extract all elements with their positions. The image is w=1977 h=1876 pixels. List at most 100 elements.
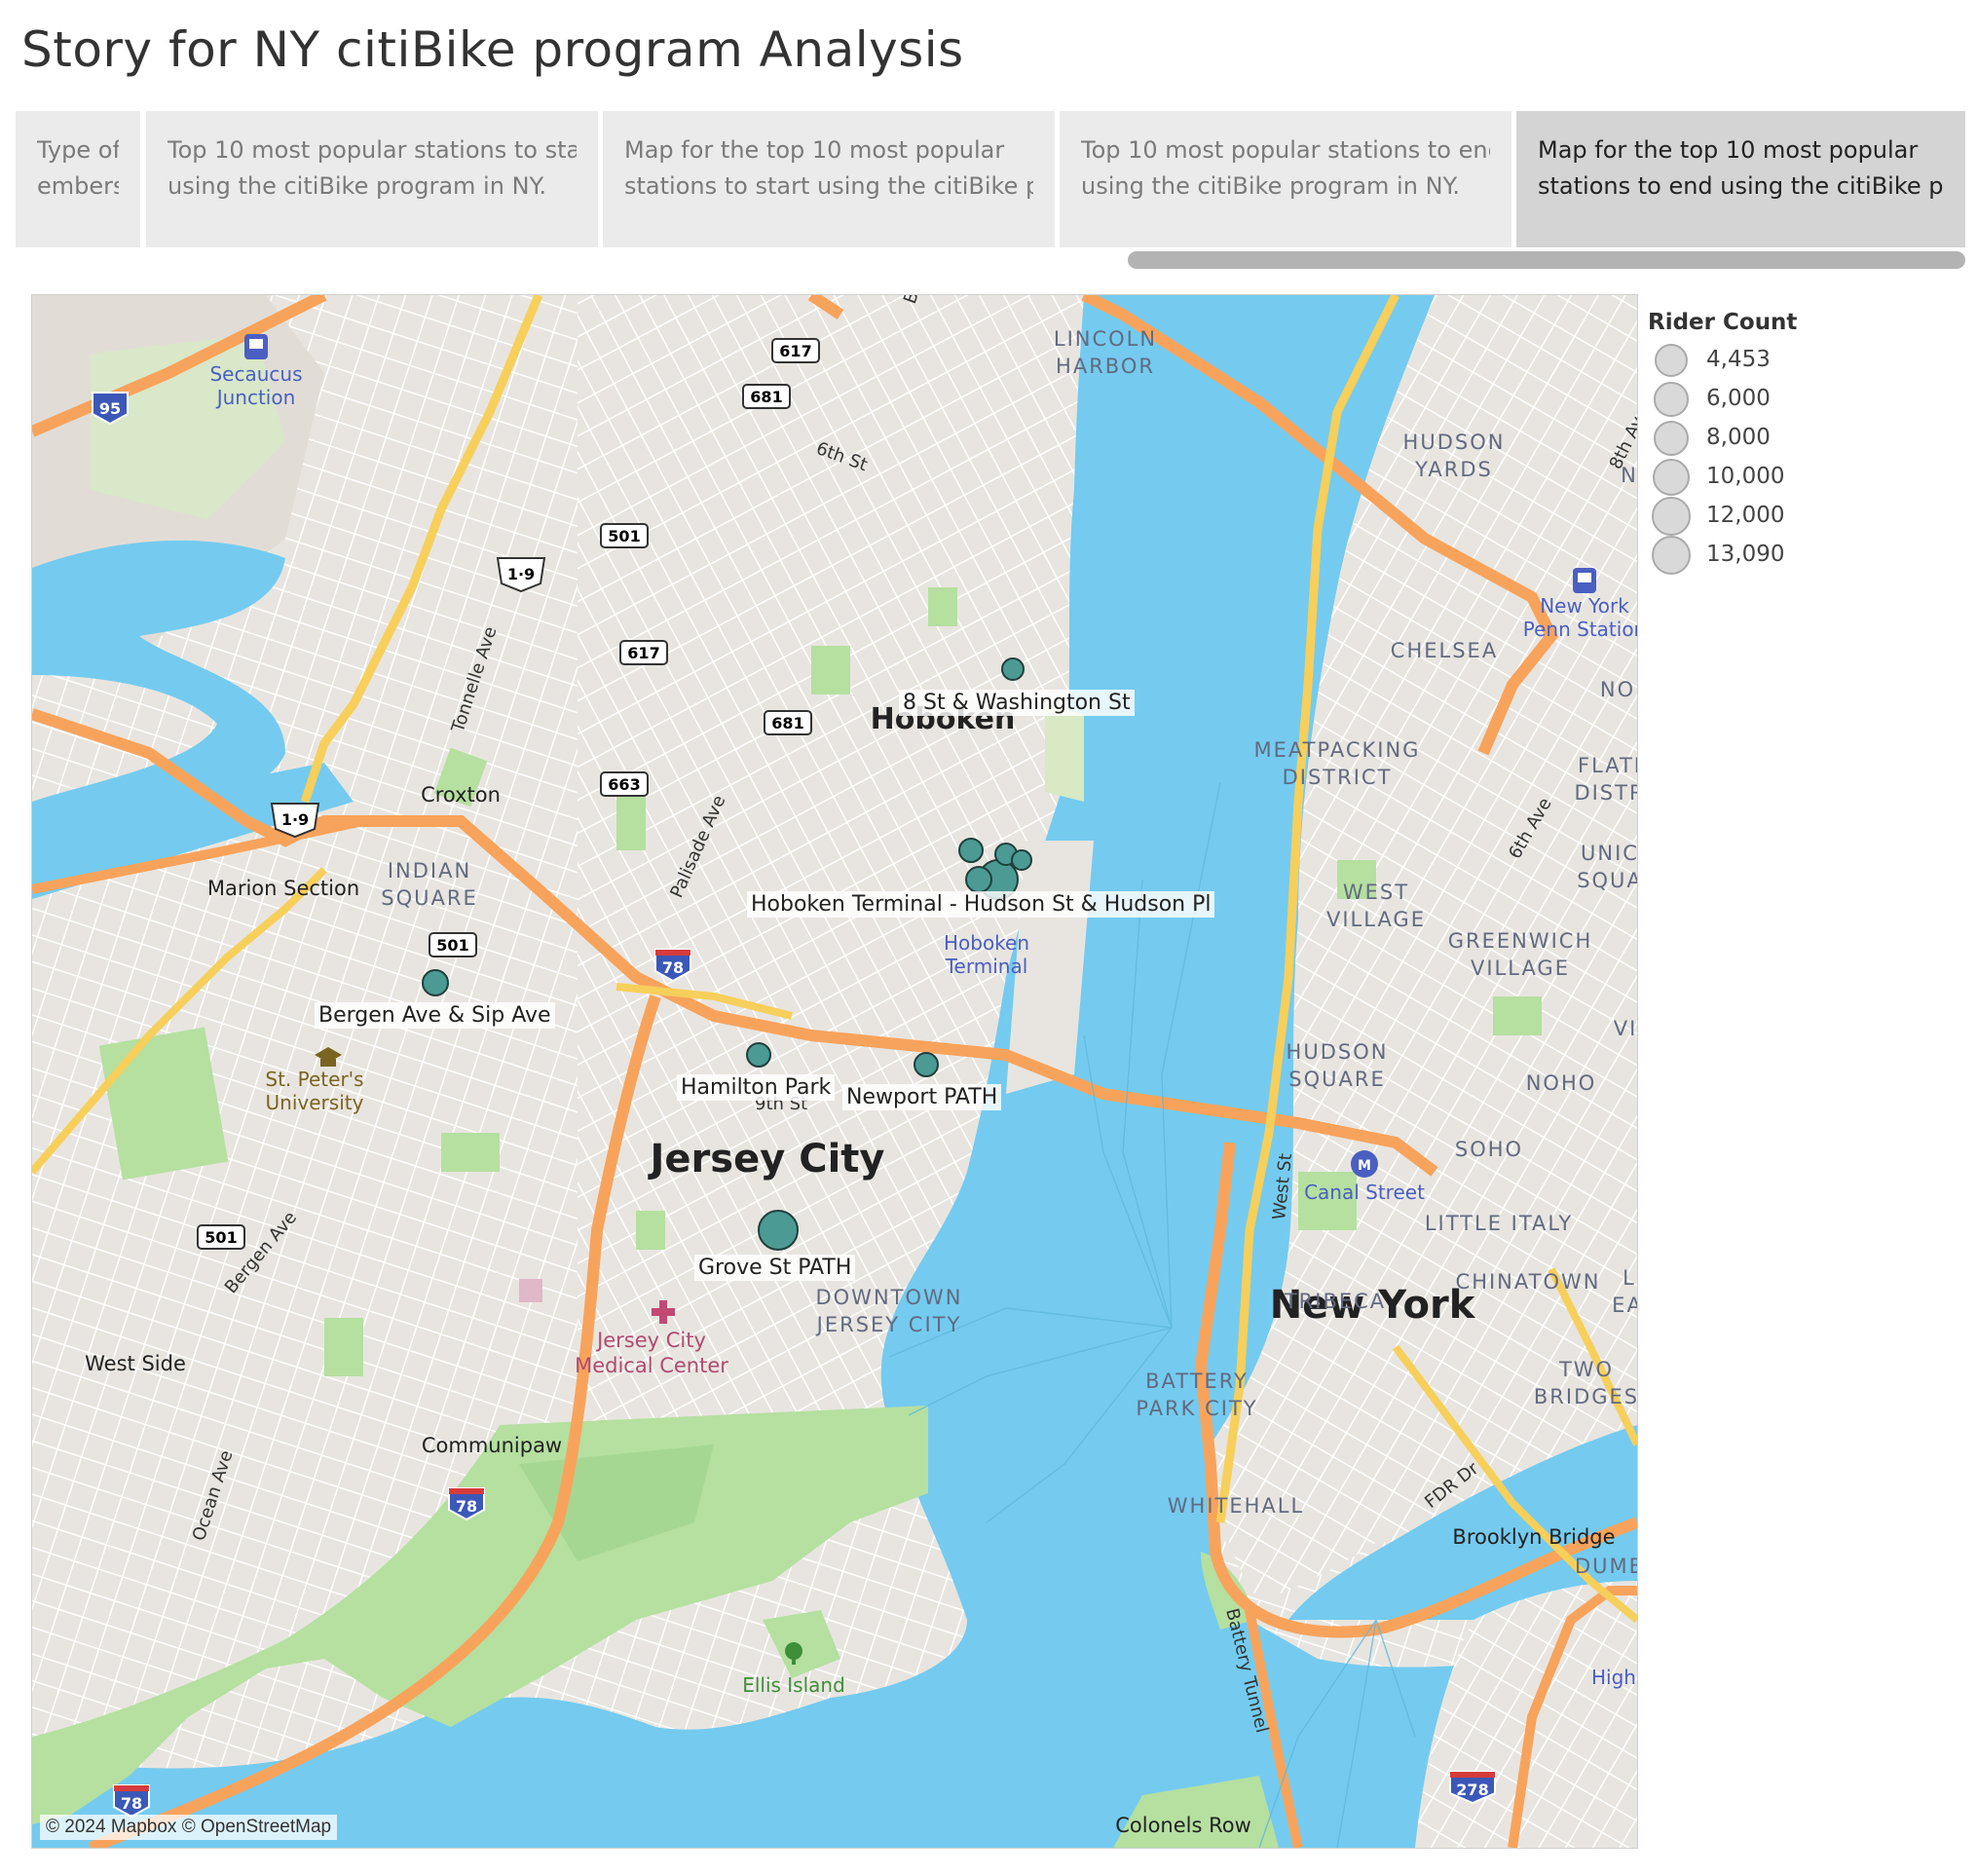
svg-text:DISTRICT: DISTRICT <box>1283 766 1393 789</box>
map-attribution[interactable]: © 2024 Mapbox © OpenStreetMap <box>40 1815 338 1840</box>
svg-text:78: 78 <box>121 1794 142 1813</box>
legend-item: 12,000 <box>1648 497 1959 536</box>
legend-item: 10,000 <box>1648 458 1959 497</box>
svg-text:SQUARE: SQUARE <box>381 886 477 910</box>
shield-278: 278 <box>1449 1771 1496 1805</box>
svg-text:Marion Section: Marion Section <box>207 877 359 900</box>
svg-text:Hoboken: Hoboken <box>944 931 1029 955</box>
svg-text:INDIAN: INDIAN <box>388 859 471 882</box>
svg-text:SQUA: SQUA <box>1577 869 1637 892</box>
svg-text:BATTERY: BATTERY <box>1145 1369 1249 1393</box>
svg-text:617: 617 <box>779 342 811 360</box>
svg-text:Penn Station: Penn Station <box>1523 618 1637 641</box>
tab-label-line2: using the citiBike program in NY. <box>168 172 546 200</box>
transit-icon-penn <box>1573 568 1596 593</box>
svg-text:TRIBECA: TRIBECA <box>1284 1290 1386 1313</box>
tab-label-line1: Top 10 most popular stations to end <box>1081 136 1490 164</box>
svg-text:78: 78 <box>456 1497 477 1516</box>
station-bubble[interactable] <box>746 1042 771 1068</box>
legend-circle <box>1653 420 1690 457</box>
story-tab-map-start[interactable]: Map for the top 10 most popular stations… <box>603 111 1055 247</box>
shield-681a: 681 <box>742 384 791 409</box>
story-tab-strip: Type of M embers.. Top 10 most popular s… <box>16 111 1965 247</box>
label-jersey-city: Jersey City <box>648 1137 885 1182</box>
legend-value: 8,000 <box>1706 425 1771 450</box>
shield-501c: 501 <box>197 1224 245 1250</box>
svg-text:Medical Center: Medical Center <box>575 1354 728 1377</box>
svg-text:MEATPACKING: MEATPACKING <box>1254 738 1421 762</box>
svg-text:BRIDGES: BRIDGES <box>1534 1385 1637 1408</box>
shield-501b: 501 <box>429 932 477 957</box>
size-legend: Rider Count 4,453 6,000 8,000 10,000 12,… <box>1648 310 1959 575</box>
station-bubble[interactable] <box>914 1052 939 1077</box>
station-bubble[interactable] <box>1011 849 1032 871</box>
svg-text:DISTR: DISTR <box>1574 781 1637 805</box>
svg-text:EA: EA <box>1612 1294 1637 1317</box>
svg-text:VILLAGE: VILLAGE <box>1326 908 1426 931</box>
svg-text:VI: VI <box>1614 1017 1637 1040</box>
svg-text:Brooklyn Bridge: Brooklyn Bridge <box>1452 1525 1615 1549</box>
svg-text:95: 95 <box>99 399 121 418</box>
tab-label-line2: stations to end using the citiBike pr.. <box>1538 172 1944 200</box>
svg-text:PARK CITY: PARK CITY <box>1136 1397 1257 1420</box>
svg-text:501: 501 <box>205 1228 237 1247</box>
legend-circle <box>1652 536 1691 575</box>
svg-text:1·9: 1·9 <box>281 810 309 829</box>
svg-text:Jersey City: Jersey City <box>595 1329 706 1352</box>
station-label-newport-path: Newport PATH <box>842 1084 1002 1110</box>
story-tab-member-type[interactable]: Type of M embers.. <box>16 111 140 247</box>
svg-text:NOHO: NOHO <box>1526 1071 1597 1095</box>
legend-value: 13,090 <box>1706 542 1785 567</box>
station-bubble[interactable] <box>1001 657 1025 681</box>
svg-text:LITTLE ITALY: LITTLE ITALY <box>1425 1212 1573 1235</box>
legend-value: 6,000 <box>1706 386 1771 411</box>
svg-text:High: High <box>1591 1666 1636 1689</box>
station-bubble[interactable] <box>958 838 984 863</box>
svg-text:St. Peter's: St. Peter's <box>265 1068 363 1091</box>
svg-text:278: 278 <box>1456 1781 1488 1799</box>
svg-text:Terminal: Terminal <box>945 955 1028 978</box>
station-map[interactable]: 617 681 501 617 681 663 501 501 1·9 1·9 … <box>31 294 1638 1849</box>
story-tab-map-end[interactable]: Map for the top 10 most popular stations… <box>1516 111 1965 247</box>
legend-circle <box>1652 497 1691 536</box>
shield-501a: 501 <box>600 523 649 548</box>
station-label-hoboken-terminal: Hoboken Terminal - Hudson St & Hudson Pl <box>747 891 1215 918</box>
station-label-grove-st-path: Grove St PATH <box>694 1255 856 1281</box>
legend-circle <box>1654 382 1689 417</box>
svg-text:NO: NO <box>1600 678 1635 701</box>
story-tab-top10-start[interactable]: Top 10 most popular stations to start us… <box>146 111 598 247</box>
svg-text:University: University <box>266 1091 364 1114</box>
tab-strip-scrollbar[interactable] <box>1128 251 1965 269</box>
svg-text:GREENWICH: GREENWICH <box>1448 929 1593 953</box>
svg-text:DOWNTOWN: DOWNTOWN <box>815 1286 962 1309</box>
story-tab-top10-end[interactable]: Top 10 most popular stations to end usin… <box>1060 111 1511 247</box>
svg-text:Croxton: Croxton <box>421 783 501 807</box>
svg-text:501: 501 <box>436 936 468 955</box>
station-bubble[interactable] <box>422 969 449 996</box>
svg-text:M: M <box>1358 1158 1371 1174</box>
svg-text:WEST: WEST <box>1343 881 1409 904</box>
svg-text:SOHO: SOHO <box>1455 1138 1523 1161</box>
legend-value: 4,453 <box>1706 347 1771 372</box>
station-label-hamilton-park: Hamilton Park <box>677 1074 836 1101</box>
svg-text:Ellis Island: Ellis Island <box>742 1673 845 1697</box>
svg-text:681: 681 <box>771 714 803 732</box>
tab-label-line2: stations to start using the citiBike p.. <box>624 172 1033 200</box>
svg-text:Communipaw: Communipaw <box>422 1434 562 1457</box>
station-label-bergen-sip: Bergen Ave & Sip Ave <box>315 1002 555 1029</box>
tab-label-line1: Type of M <box>37 136 119 164</box>
story-title: Story for NY citiBike program Analysis <box>21 21 964 78</box>
svg-text:617: 617 <box>627 644 659 662</box>
svg-text:L: L <box>1623 1266 1636 1290</box>
svg-text:CHINATOWN: CHINATOWN <box>1456 1270 1601 1294</box>
tab-label-line1: Map for the top 10 most popular <box>1538 136 1919 164</box>
svg-text:78: 78 <box>662 958 684 977</box>
svg-text:HUDSON: HUDSON <box>1287 1040 1389 1064</box>
tab-label-line1: Top 10 most popular stations to start <box>168 136 577 164</box>
station-bubble[interactable] <box>758 1210 799 1251</box>
tab-label-line2: embers.. <box>37 172 119 200</box>
station-bubble[interactable] <box>965 866 992 893</box>
svg-text:SQUARE: SQUARE <box>1288 1068 1385 1091</box>
svg-text:HUDSON: HUDSON <box>1403 431 1506 454</box>
legend-item: 4,453 <box>1648 341 1959 380</box>
